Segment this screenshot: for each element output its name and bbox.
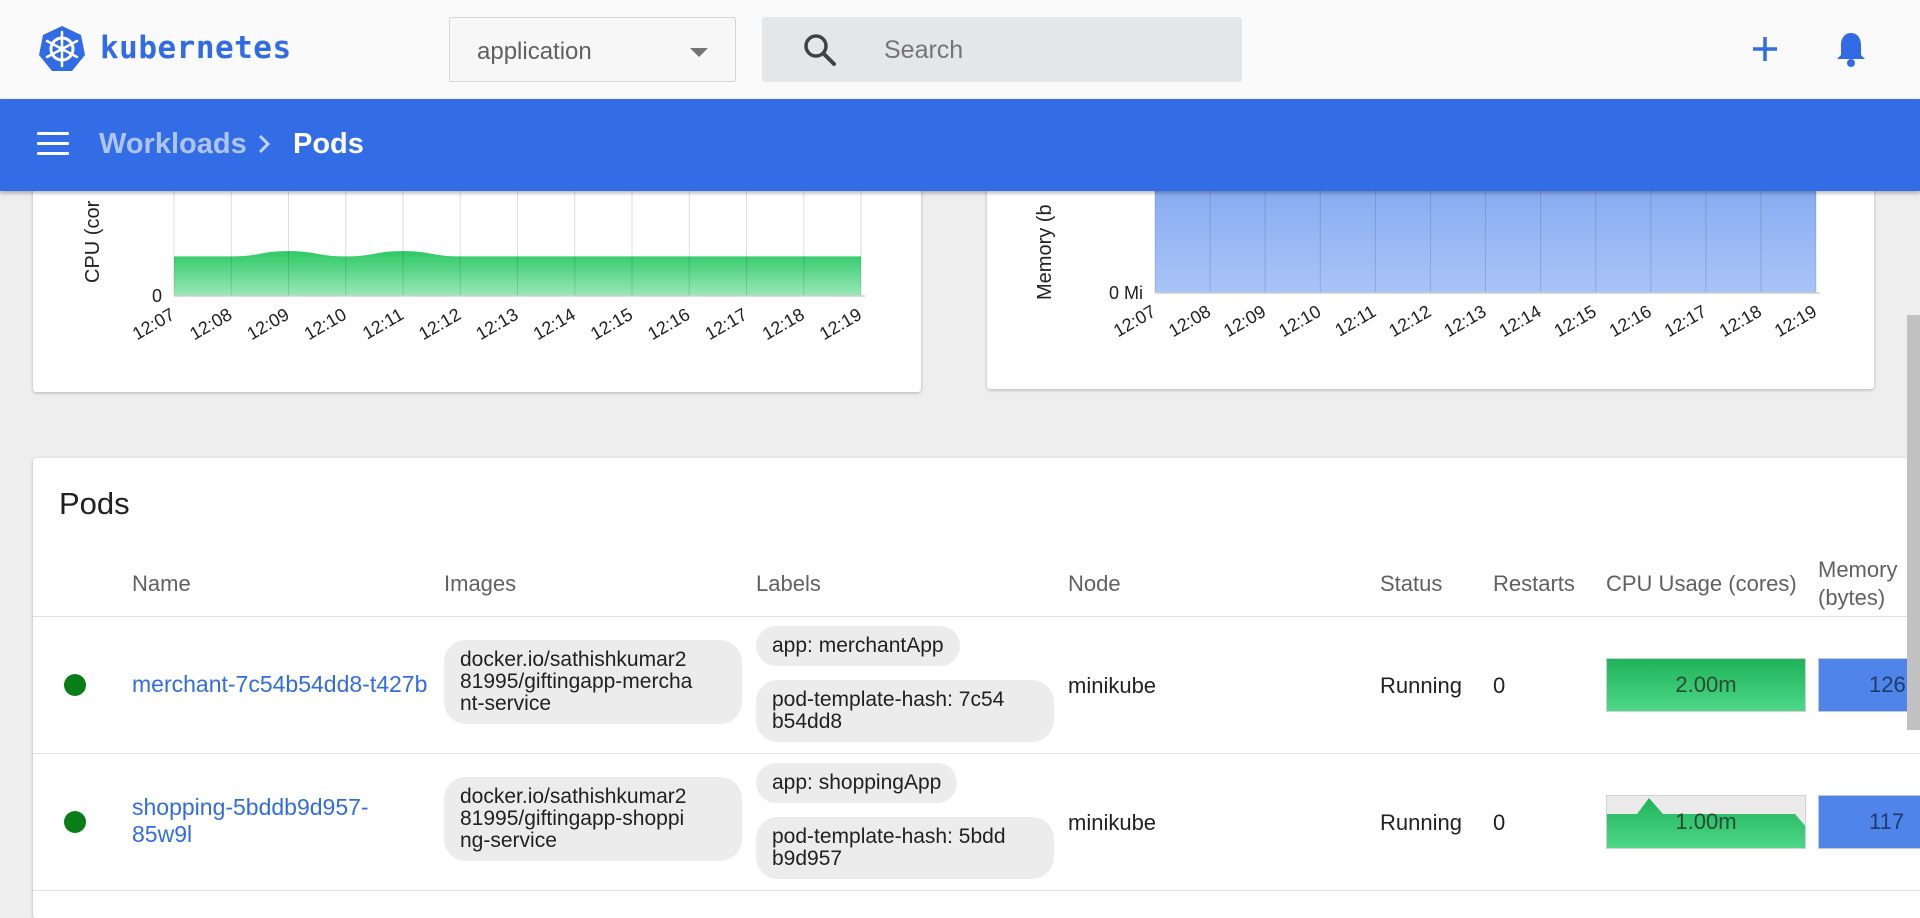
cpu-value: 2.00m <box>1675 672 1737 697</box>
x-tick-label: 12:13 <box>1440 301 1489 341</box>
x-tick-label: 12:19 <box>816 304 865 344</box>
pods-card: Pods Name Images Labels Node Status Rest… <box>33 458 1920 918</box>
image-line: 81995/giftingapp-mercha <box>460 670 693 693</box>
column-header-name[interactable]: Name <box>132 570 191 598</box>
memory-sparkline: 117 <box>1818 795 1920 849</box>
label-chip: pod-template-hash: 5bdd b9d957 <box>756 817 1054 879</box>
x-tick-label: 12:15 <box>1551 301 1600 341</box>
cpu-value: 1.00m <box>1675 809 1737 834</box>
column-header-memory: Memory (bytes) <box>1818 556 1897 612</box>
label-line: b9d957 <box>772 847 843 870</box>
column-header-images: Images <box>444 571 517 596</box>
x-tick-label: 12:17 <box>701 304 750 344</box>
row-divider <box>33 890 1920 891</box>
x-tick-label: 12:07 <box>1110 301 1159 341</box>
x-tick-label: 12:19 <box>1771 301 1820 341</box>
pod-name-link[interactable]: shopping-5bddb9d957- 85w9l <box>132 794 369 848</box>
x-tick-label: 12:16 <box>644 304 693 344</box>
row-divider <box>33 753 1920 754</box>
label-line: pod-template-hash: 7c54 <box>772 688 1005 711</box>
header-divider <box>33 616 1920 617</box>
pods-card-title: Pods <box>59 486 130 521</box>
x-tick-label: 12:13 <box>472 304 521 344</box>
image-line: ng-service <box>460 829 557 852</box>
namespace-value: application <box>477 38 592 65</box>
search-input[interactable] <box>882 31 1212 69</box>
x-tick-label: 12:17 <box>1661 301 1710 341</box>
status-cell: Running <box>1380 810 1462 835</box>
column-header-restarts[interactable]: Restarts <box>1493 570 1575 598</box>
x-tick-label: 12:09 <box>243 304 292 344</box>
page-scrollbar[interactable] <box>1907 315 1920 730</box>
label-chip: app: merchantApp <box>756 626 960 666</box>
dropdown-arrow-icon <box>690 48 708 57</box>
menu-icon[interactable] <box>37 132 69 158</box>
status-running-icon <box>64 674 86 696</box>
x-tick-label: 12:10 <box>301 304 350 344</box>
pod-name-line: 85w9l <box>132 821 193 847</box>
x-tick-label: 12:18 <box>1716 301 1765 341</box>
column-header-node[interactable]: Node <box>1068 570 1121 598</box>
label-chip: pod-template-hash: 7c54 b54dd8 <box>756 680 1054 742</box>
breadcrumb-workloads[interactable]: Workloads <box>99 128 247 161</box>
breadcrumb-pods: Pods <box>293 128 364 160</box>
memory-sparkline: 126 <box>1818 658 1920 712</box>
brand-name[interactable]: kubernetes <box>100 30 292 66</box>
label-line: pod-template-hash: 5bdd <box>772 825 1006 848</box>
x-tick-label: 12:08 <box>186 304 235 344</box>
node-cell[interactable]: minikube <box>1068 673 1156 699</box>
image-line: 81995/giftingapp-shoppi <box>460 807 685 830</box>
image-line: nt-service <box>460 692 552 715</box>
image-chip: docker.io/sathishkumar2 81995/giftingapp… <box>444 777 742 861</box>
status-cell: Running <box>1380 673 1462 698</box>
column-header-memory-line2: (bytes) <box>1818 585 1886 610</box>
search-box[interactable] <box>762 17 1242 82</box>
x-tick-label: 12:12 <box>415 304 464 344</box>
x-tick-label: 12:14 <box>1496 301 1545 341</box>
cpu-sparkline: 1.00m <box>1606 795 1806 849</box>
y-tick-label: 0 Mi <box>1109 283 1143 303</box>
x-tick-label: 12:15 <box>587 304 636 344</box>
x-tick-label: 12:11 <box>359 304 407 343</box>
memory-value: 117 <box>1869 809 1905 834</box>
x-tick-label: 12:14 <box>530 304 579 344</box>
column-header-cpu: CPU Usage (cores) <box>1606 571 1797 596</box>
top-toolbar: kubernetes application <box>0 0 1920 99</box>
label-chip: app: shoppingApp <box>756 763 958 803</box>
kubernetes-logo-icon[interactable] <box>37 24 87 74</box>
memory-value: 126 <box>1869 672 1906 697</box>
x-tick-label: 12:09 <box>1220 301 1269 341</box>
add-icon[interactable] <box>1748 32 1782 66</box>
chevron-right-icon <box>258 134 271 154</box>
x-tick-label: 12:07 <box>129 304 178 344</box>
restarts-cell: 0 <box>1493 673 1506 698</box>
breadcrumb-bar: Workloads Pods <box>0 99 1920 191</box>
image-line: docker.io/sathishkumar2 <box>460 648 687 671</box>
namespace-select[interactable]: application <box>449 17 736 82</box>
cpu-sparkline: 2.00m <box>1606 658 1806 712</box>
status-running-icon <box>64 811 86 833</box>
label-line: b54dd8 <box>772 710 843 733</box>
x-tick-label: 12:18 <box>759 304 808 344</box>
y-tick-label: 0 <box>152 286 162 306</box>
search-icon <box>804 34 836 66</box>
x-tick-label: 12:08 <box>1165 301 1214 341</box>
restarts-cell: 0 <box>1493 810 1506 835</box>
column-header-labels: Labels <box>756 571 821 596</box>
x-tick-label: 12:12 <box>1385 301 1434 341</box>
image-line: docker.io/sathishkumar2 <box>460 785 687 808</box>
column-header-status[interactable]: Status <box>1380 570 1442 598</box>
pod-name-line: shopping-5bddb9d957- <box>132 794 369 820</box>
image-chip: docker.io/sathishkumar2 81995/giftingapp… <box>444 640 742 724</box>
y-axis-label: CPU (cor <box>82 200 104 283</box>
notifications-icon[interactable] <box>1834 30 1868 68</box>
node-cell[interactable]: minikube <box>1068 810 1156 836</box>
x-tick-label: 12:10 <box>1275 301 1324 341</box>
y-axis-label: Memory (b <box>1034 204 1056 300</box>
pod-name-link[interactable]: merchant-7c54b54dd8-t427b <box>132 671 427 698</box>
x-tick-label: 12:16 <box>1606 301 1655 341</box>
x-tick-label: 12:11 <box>1331 301 1379 340</box>
column-header-memory-line1: Memory <box>1818 557 1898 582</box>
